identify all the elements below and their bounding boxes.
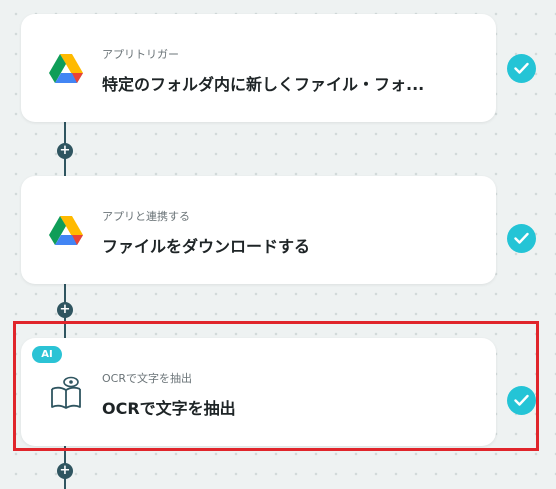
google-drive-icon xyxy=(49,52,83,84)
highlight-frame xyxy=(13,321,539,451)
step-subtitle: アプリと連携する xyxy=(102,210,190,223)
checkmark-icon xyxy=(507,54,536,83)
step-title: 特定のフォルダ内に新しくファイル・フォ... xyxy=(102,75,425,94)
step-title: ファイルをダウンロードする xyxy=(102,237,311,256)
step-card-trigger[interactable]: アプリトリガー 特定のフォルダ内に新しくファイル・フォ... xyxy=(21,14,496,122)
add-step-button[interactable]: + xyxy=(57,143,73,159)
add-step-button[interactable]: + xyxy=(57,463,73,479)
checkmark-icon xyxy=(507,224,536,253)
google-drive-icon xyxy=(49,214,83,246)
add-step-button[interactable]: + xyxy=(57,302,73,318)
step-card-download[interactable]: アプリと連携する ファイルをダウンロードする xyxy=(21,176,496,284)
step-subtitle: アプリトリガー xyxy=(102,48,179,61)
